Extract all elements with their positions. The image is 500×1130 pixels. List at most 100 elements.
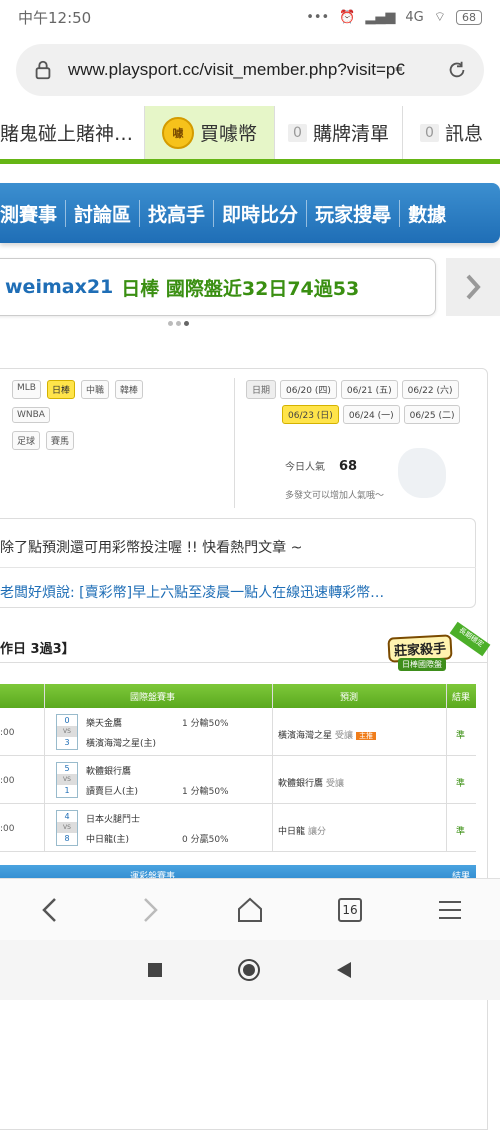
member-tabs: 賭鬼碰上賭神… 噱 買噱幣 0 購牌清單 0 訊息 [0, 106, 500, 164]
main-pick-tag: 主推 [356, 732, 377, 740]
network-label: 4G [405, 9, 424, 25]
badge-sub: 日棒國際盤 [398, 658, 446, 671]
url-text[interactable]: www.playsport.cc/visit_member.php?visit=… [68, 60, 436, 80]
tab-messages[interactable]: 0 訊息 [403, 106, 500, 159]
menu-button[interactable] [430, 890, 470, 930]
popularity-hint: 多發文可以增加人氣哦～ [285, 491, 385, 501]
filter-kbo[interactable]: 韓棒 [115, 380, 144, 399]
bookie-killer-badge: 莊家殺手 日棒國際盤 長期穩定 [384, 621, 492, 686]
message-divider [0, 567, 476, 568]
wifi-icon: ⌔ [433, 10, 446, 25]
more-icon: ••• [306, 9, 330, 25]
result: 準 [456, 779, 466, 789]
column-divider [446, 684, 447, 852]
popularity: 今日人氣 68 [285, 458, 357, 474]
date-0621[interactable]: 06/21 (五) [340, 380, 398, 399]
date-0620[interactable]: 06/20 (四) [280, 380, 337, 399]
url-bar[interactable]: www.playsport.cc/visit_member.php?visit=… [16, 44, 484, 96]
nav-data[interactable]: 數據 [400, 200, 454, 227]
prediction-type: 受讓 [326, 779, 345, 789]
prediction-team: 軟體銀行鷹 [278, 779, 324, 789]
filter-horse-racing[interactable]: 賽馬 [46, 431, 75, 450]
vs-label: VS [57, 774, 77, 785]
game-time: :00 [0, 728, 15, 738]
signal-icon: ▂▄▆ [365, 9, 396, 25]
team-home[interactable]: 讀賣巨人(主) [86, 784, 138, 797]
tab-profile[interactable]: 賭鬼碰上賭神… [0, 106, 145, 159]
date-0625[interactable]: 06/25 (二) [403, 405, 461, 424]
recents-icon[interactable] [147, 962, 163, 978]
tab-purchase-list-label: 購牌清單 [312, 123, 389, 145]
score-home: 8 [64, 834, 70, 843]
filter-soccer[interactable]: 足球 [12, 431, 41, 450]
nav-experts[interactable]: 找高手 [140, 199, 215, 227]
score-home: 1 [64, 786, 70, 795]
forward-button[interactable] [130, 890, 170, 930]
score-box: 5 VS 1 [56, 762, 78, 798]
result: 準 [456, 827, 466, 837]
system-back-icon[interactable] [335, 961, 353, 979]
table-row: :00 5 VS 1 軟體銀行鷹 讀賣巨人(主) 1 分輸50% 軟體銀行鷹 受讓… [0, 756, 476, 804]
column-divider [272, 684, 273, 852]
col-pick: 預測 [340, 693, 359, 703]
chevron-left-icon [42, 897, 56, 922]
status-icons: ••• ⏰ ▂▄▆ 4G ⌔ 68 [306, 9, 482, 25]
prediction: 中日龍 讓分 [278, 824, 326, 837]
alarm-icon: ⏰ [339, 9, 356, 25]
coin-icon: 噱 [161, 116, 194, 149]
carousel-dots [168, 321, 189, 326]
record-ticker[interactable]: weimax21 日棒 國際盤近32日74過53 [0, 258, 436, 316]
team-away[interactable]: 樂天金鷹 [86, 716, 122, 729]
result: 準 [456, 731, 466, 741]
vs-label: VS [57, 726, 77, 737]
tab-messages-label: 訊息 [444, 123, 483, 145]
filter-cpbl[interactable]: 中職 [80, 380, 109, 399]
col-event: 國際盤賽事 [130, 693, 176, 703]
date-0622[interactable]: 06/22 (六) [401, 380, 459, 399]
prediction-type: 讓分 [308, 827, 327, 837]
date-label: 日期 [246, 380, 277, 399]
score-away: 5 [64, 764, 70, 773]
home-icon [238, 897, 262, 922]
filter-wnba[interactable]: WNBA [12, 407, 50, 423]
nav-predict[interactable]: 測賽事 [0, 199, 67, 227]
system-home-icon[interactable] [237, 958, 261, 982]
nav-forum[interactable]: 討論區 [66, 199, 141, 227]
team-home[interactable]: 中日龍(主) [86, 832, 129, 845]
prediction-team: 橫濱海灣之星 [278, 731, 333, 741]
carousel-dot [176, 321, 181, 326]
notice-text[interactable]: 除了點預測還可用彩幣投注喔 !! 快看熱門文章 ~ [0, 537, 302, 557]
team-home[interactable]: 橫濱海灣之星(主) [86, 736, 156, 749]
nav-live-scores[interactable]: 即時比分 [214, 199, 308, 227]
tab-buy-coins[interactable]: 噱 買噱幣 [145, 106, 275, 159]
date-0623[interactable]: 06/23 (日) [282, 405, 339, 424]
team-away[interactable]: 日本火腿鬥士 [86, 812, 140, 825]
prediction-type: 受讓 [335, 731, 354, 741]
reload-icon[interactable] [446, 59, 468, 81]
mascot-icon [398, 448, 446, 498]
tab-purchase-list[interactable]: 0 購牌清單 [275, 106, 403, 159]
date-0624[interactable]: 06/24 (一) [342, 405, 400, 424]
handicap-line: 1 分輸50% [182, 719, 229, 729]
score-box: 0 VS 3 [56, 714, 78, 750]
league-filters: MLB 日棒 中職 韓棒 WNBA 足球 賽馬 [0, 380, 235, 458]
message-count-badge: 0 [420, 123, 439, 142]
ad-link[interactable]: 老闆好煩說: [賣彩幣]早上六點至凌晨一點人在線迅速轉彩幣… [0, 582, 470, 602]
popularity-label: 今日人氣 [285, 462, 325, 473]
carousel-dot [168, 321, 173, 326]
score-home: 3 [64, 738, 70, 747]
filter-npb[interactable]: 日棒 [46, 380, 75, 399]
filter-mlb[interactable]: MLB [12, 380, 41, 399]
back-button[interactable] [30, 890, 70, 930]
team-away[interactable]: 軟體銀行鷹 [86, 764, 131, 777]
ticker-next-button[interactable] [446, 258, 500, 316]
system-nav [0, 940, 500, 1000]
home-button[interactable] [230, 890, 270, 930]
filter-divider [234, 378, 235, 508]
prediction: 橫濱海灣之星 受讓 主推 [278, 728, 377, 741]
score-away: 0 [64, 716, 70, 725]
status-bar: 中午12:50 ••• ⏰ ▂▄▆ 4G ⌔ 68 [0, 0, 500, 34]
hamburger-icon [439, 900, 461, 919]
tabs-button[interactable]: 16 [330, 890, 370, 930]
nav-player-search[interactable]: 玩家搜尋 [307, 199, 401, 227]
